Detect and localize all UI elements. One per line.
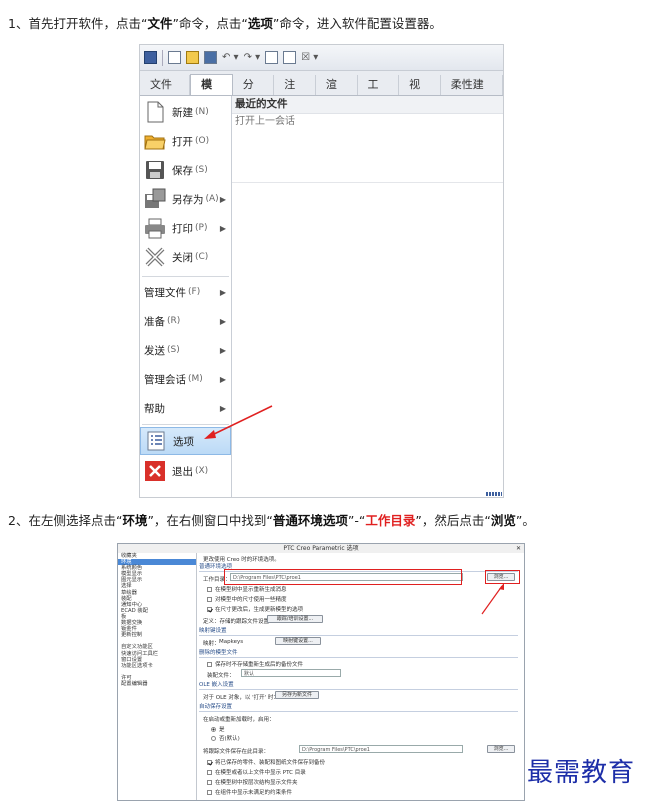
option-row[interactable]: 保存时不存储重新生成后的备份文件 — [207, 660, 303, 668]
option-label: 在组件中显示未满足的约束条件 — [215, 790, 293, 796]
mapkeys-label: 映射： — [203, 641, 220, 647]
checkbox-icon[interactable] — [207, 662, 212, 667]
highlight-working-directory — [224, 569, 462, 585]
step1-text: ”命令，进入软件配置设置器。 — [272, 16, 442, 31]
step2-keyword-working-dir: 工作目录 — [365, 513, 416, 528]
checkbox-icon[interactable] — [207, 587, 212, 592]
checkbox-icon[interactable] — [207, 770, 212, 775]
option-row[interactable]: 在模型或者以上文件中显示 PTC 目录 — [207, 768, 306, 776]
assembly-file-label: 装配文件： — [207, 673, 235, 679]
option-row[interactable]: 在模型树中显示重新生成消息 — [207, 585, 287, 593]
checkbox-checked-icon[interactable] — [207, 760, 212, 765]
trail-directory-label: 将跟踪文件保存在此目录： — [203, 749, 270, 755]
watermark-logo: 最需教育 — [527, 758, 636, 788]
radio-selected-icon[interactable] — [211, 727, 216, 732]
checkbox-checked-icon[interactable] — [207, 607, 212, 612]
step2-text: ”，然后点击“ — [415, 513, 491, 528]
red-arrow-annotation — [204, 405, 273, 439]
step2-text: ”，在右侧窗口中找到“ — [147, 513, 273, 528]
step2-keyword-browse: 浏览 — [490, 513, 516, 528]
option-row[interactable]: 在组件中显示未满足的约束条件 — [207, 788, 292, 796]
option-label: 在模型或者以上文件中显示 PTC 目录 — [215, 770, 306, 776]
trail-settings-label: 定义：存储的跟踪文件设置： — [203, 619, 275, 625]
step1-keyword-file: 文件 — [147, 16, 173, 31]
step2-text: ”-“ — [347, 513, 366, 528]
checkbox-icon[interactable] — [207, 780, 212, 785]
radio-row[interactable]: 是 — [211, 725, 225, 733]
step2-text: 2、在左侧选择点击“ — [8, 513, 123, 528]
step2-instruction: 2、在左侧选择点击“环境”，在右侧窗口中找到“普通环境选项”-“工作目录”，然后… — [8, 510, 535, 529]
option-label: 对模型中的尺寸使用一些精度 — [215, 597, 287, 603]
step2-keyword-environment: 环境 — [122, 513, 148, 528]
tree-item[interactable]: 配置编辑器 — [118, 681, 196, 687]
autosave-label: 在启动或重新加载时，启用： — [203, 717, 275, 723]
option-row[interactable]: 在模型树中按层次结构显示文件夹 — [207, 778, 298, 786]
section-ole: OLE 嵌入设置 — [199, 682, 518, 690]
checkbox-icon[interactable] — [207, 597, 212, 602]
ole-label: 对于 OLE 对象，以 '打开' 时： — [203, 695, 279, 701]
radio-label: 是 — [219, 727, 225, 733]
checkbox-icon[interactable] — [207, 790, 212, 795]
dialog-title: PTC Creo Parametric 选项 — [283, 545, 359, 552]
step1-text: 1、首先打开软件，点击“ — [8, 16, 148, 31]
section-autosave: 自动保存设置 — [199, 704, 518, 712]
resize-grip — [486, 492, 502, 496]
radio-row[interactable]: 否(默认) — [211, 734, 240, 742]
mapkeys-value: Mapkeys — [219, 639, 244, 645]
close-icon[interactable]: ✕ — [516, 544, 521, 553]
options-category-tree: 收藏夹 环境 系统颜色 模型显示 图元显示 选择 草绘器 装配 通知中心 ECA… — [118, 553, 197, 800]
trail-settings-button[interactable]: 跟踪/培训设置... — [267, 615, 323, 623]
dialog-title-bar: PTC Creo Parametric 选项 ✕ — [118, 544, 524, 553]
step1-instruction: 1、首先打开软件，点击“文件”命令，点击“选项”命令，进入软件配置设置器。 — [8, 13, 442, 32]
section-mapkeys: 映射键设置 — [199, 628, 518, 636]
trail-directory-field[interactable]: D:\Program Files\PTC\proe1 — [299, 745, 463, 753]
option-row[interactable]: 在尺寸更改后，生成更新模型的选项 — [207, 605, 303, 613]
option-row[interactable]: 对模型中的尺寸使用一些精度 — [207, 595, 287, 603]
file-menu-screenshot: ↶ ▾ ↷ ▾ ☒ ▾ 文件 ▾ 模型 分析 注释 渲染 工具 视图 柔性建模 … — [139, 44, 504, 498]
option-label: 在模型树中按层次结构显示文件夹 — [215, 780, 298, 786]
panel-intro: 更改使用 Creo 时的环境选项。 — [203, 557, 280, 563]
option-label: 在尺寸更改后，生成更新模型的选项 — [215, 607, 304, 613]
step1-keyword-options: 选项 — [247, 16, 273, 31]
options-dialog-screenshot: PTC Creo Parametric 选项 ✕ 收藏夹 环境 系统颜色 模型显… — [117, 543, 525, 801]
option-label: 将已保存的零件、装配和图纸文件保存到备份 — [215, 760, 326, 766]
browse-button-2[interactable]: 浏览... — [487, 745, 515, 753]
mapkeys-settings-button[interactable]: 映射键设置... — [275, 637, 321, 645]
options-panel: 更改使用 Creo 时的环境选项。 普通环境选项 工作目录： D:\Progra… — [197, 553, 524, 800]
option-label: 保存时不存储重新生成后的备份文件 — [215, 662, 304, 668]
option-row[interactable]: 将已保存的零件、装配和图纸文件保存到备份 — [207, 758, 325, 766]
red-arrow-annotation — [481, 583, 504, 615]
step2-keyword-general-env: 普通环境选项 — [272, 513, 348, 528]
section-deleted-files: 删除的模型文件 — [199, 650, 518, 658]
ole-save-button[interactable]: 另存为新文件 — [275, 691, 319, 699]
step2-text: ”。 — [515, 513, 535, 528]
assembly-file-select[interactable]: 默认 — [241, 669, 341, 677]
step1-text: ”命令，点击“ — [172, 16, 248, 31]
radio-label: 否(默认) — [219, 736, 240, 742]
option-label: 在模型树中显示重新生成消息 — [215, 587, 287, 593]
radio-icon[interactable] — [211, 736, 216, 741]
